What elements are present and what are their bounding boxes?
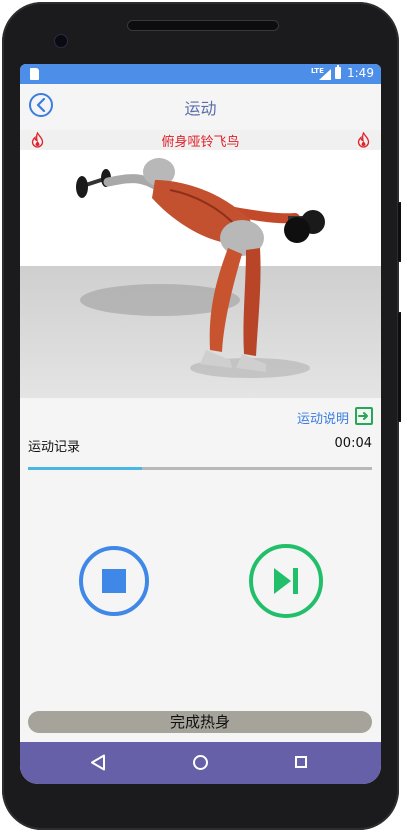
battery-icon [335, 65, 341, 79]
instructions-label[interactable]: 运动说明 [297, 408, 349, 427]
record-label: 运动记录 [28, 440, 81, 455]
phone-frame: LTE 1:49 运动 俯身哑铃飞鸟 运动说明 运动记录 00:04 完成热身 [2, 2, 401, 830]
progress-bar [28, 467, 372, 470]
next-button[interactable] [249, 544, 323, 618]
signal-icon [319, 69, 331, 80]
exercise-name: 俯身哑铃飞鸟 [161, 135, 240, 150]
finish-warmup-button[interactable]: 完成热身 [28, 711, 372, 733]
screen: LTE 1:49 运动 俯身哑铃飞鸟 运动说明 运动记录 00:04 完成热身 [20, 64, 381, 784]
exercise-timer: 00:04 [334, 436, 372, 451]
stop-icon [102, 569, 126, 593]
skip-next-icon [274, 568, 298, 594]
sd-card-icon [30, 68, 39, 80]
flame-icon [357, 132, 370, 148]
status-bar: LTE 1:49 [20, 64, 381, 84]
front-camera [54, 34, 68, 48]
app-bar: 运动 [20, 84, 381, 128]
progress-fill [28, 467, 142, 470]
nav-home-icon[interactable] [193, 755, 208, 770]
exercise-illustration [20, 150, 381, 398]
status-time: 1:49 [347, 66, 374, 80]
arrow-right-box-icon[interactable] [355, 407, 373, 425]
speaker-grille [127, 20, 279, 31]
stop-button[interactable] [79, 546, 149, 616]
nav-back-icon[interactable] [90, 754, 106, 771]
exercise-header: 俯身哑铃飞鸟 [20, 130, 381, 150]
page-title: 运动 [184, 99, 217, 118]
navigation-bar [20, 742, 381, 784]
nav-recents-icon[interactable] [295, 756, 307, 768]
